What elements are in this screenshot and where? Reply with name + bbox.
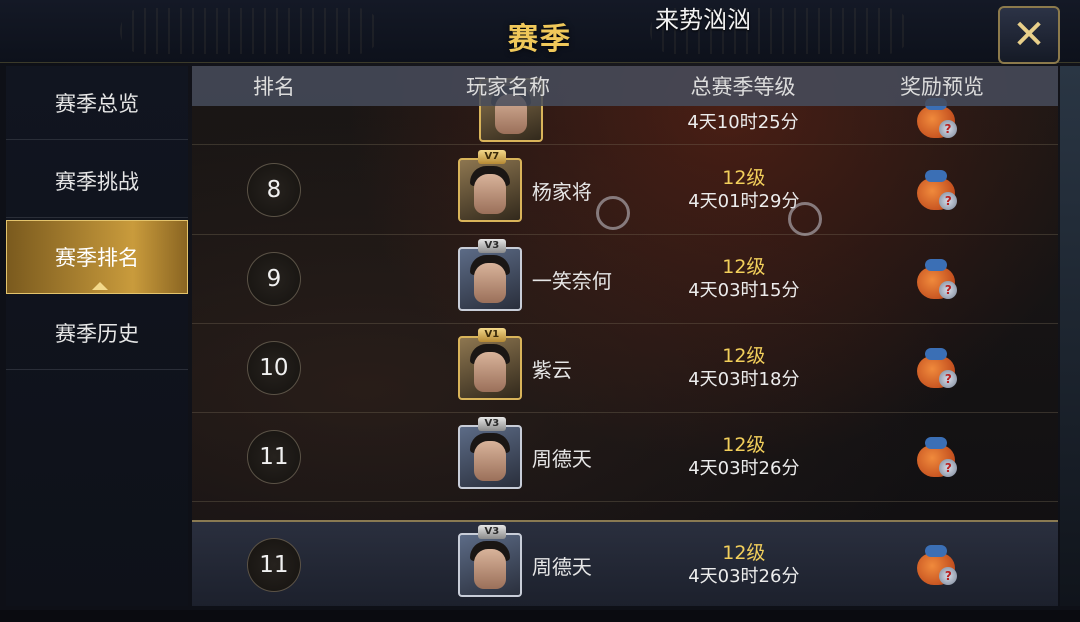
- sidebar: 赛季总览 赛季挑战 赛季排名 赛季历史: [6, 66, 188, 606]
- sidebar-item-label: 赛季历史: [55, 321, 139, 346]
- season-time: 4天03时15分: [688, 280, 800, 301]
- season-time: 4天03时18分: [688, 369, 800, 390]
- sidebar-item-ranking[interactable]: 赛季排名: [6, 220, 188, 294]
- rank-badge: 10: [247, 341, 301, 395]
- touch-indicator-icon: [596, 196, 630, 230]
- season-level: 12级: [722, 256, 766, 278]
- ranking-panel: 排名 玩家名称 总赛季等级 奖励预览 4天10时25分 ? 8 V7 杨家将 1…: [192, 66, 1058, 606]
- reward-bag-icon[interactable]: ?: [915, 168, 959, 212]
- vip-badge: V3: [477, 239, 506, 253]
- rank-badge: 11: [247, 538, 301, 592]
- vip-badge: V1: [477, 328, 506, 342]
- broadcast-text: 来势汹汹: [655, 6, 751, 34]
- season-level: 12级: [722, 345, 766, 367]
- player-name: 杨家将: [531, 179, 592, 204]
- rank-badge: 8: [247, 163, 301, 217]
- close-icon: ✕: [1012, 12, 1046, 58]
- close-button[interactable]: ✕: [998, 6, 1060, 64]
- rank-badge: 11: [247, 430, 301, 484]
- season-level: 12级: [722, 434, 766, 456]
- sidebar-item-overview[interactable]: 赛季总览: [6, 66, 188, 140]
- avatar[interactable]: V7: [457, 150, 522, 222]
- column-header-reward: 奖励预览: [900, 75, 984, 99]
- avatar[interactable]: V3: [457, 239, 522, 311]
- touch-indicator-icon: [788, 202, 822, 236]
- player-name: 周德天: [531, 554, 592, 579]
- avatar[interactable]: V1: [457, 328, 522, 400]
- avatar[interactable]: V3: [457, 417, 522, 489]
- rank-badge: 9: [247, 252, 301, 306]
- season-time: 4天10时25分: [687, 112, 799, 133]
- table-header: 排名 玩家名称 总赛季等级 奖励预览: [192, 66, 1058, 106]
- bottom-edge: [0, 610, 1080, 622]
- column-header-name: 玩家名称: [466, 75, 550, 99]
- table-row[interactable]: 10 V1 紫云 12级 4天03时18分 ?: [192, 324, 1058, 413]
- vip-badge: V7: [477, 150, 506, 164]
- sidebar-item-label: 赛季排名: [55, 246, 139, 270]
- player-name: 周德天: [531, 446, 592, 471]
- sidebar-item-label: 赛季挑战: [55, 169, 139, 194]
- my-ranking-row[interactable]: 11 V3 周德天 12级 4天03时26分 ?: [192, 520, 1058, 606]
- sidebar-item-challenge[interactable]: 赛季挑战: [6, 144, 188, 218]
- season-time: 4天03时26分: [688, 458, 800, 479]
- player-name: 一笑奈何: [531, 268, 612, 293]
- player-name: 紫云: [531, 357, 572, 382]
- reward-bag-icon[interactable]: ?: [915, 257, 959, 301]
- sidebar-item-label: 赛季总览: [55, 91, 139, 116]
- season-level: 12级: [722, 167, 766, 189]
- header-bar: 赛季 来势汹汹 ✕: [0, 0, 1080, 64]
- table-row[interactable]: 9 V3 一笑奈何 12级 4天03时15分 ?: [192, 235, 1058, 324]
- reward-bag-icon[interactable]: ?: [915, 435, 959, 479]
- sidebar-item-history[interactable]: 赛季历史: [6, 296, 188, 370]
- vip-badge: V3: [477, 417, 506, 431]
- table-row[interactable]: 11 V3 周德天 12级 4天03时26分 ?: [192, 413, 1058, 502]
- season-window: 赛季 来势汹汹 ✕ 赛季总览 赛季挑战 赛季排名 赛季历史 排名 玩家名称 总赛…: [0, 0, 1080, 622]
- column-header-rank: 排名: [253, 75, 295, 99]
- active-indicator-icon: [92, 282, 108, 290]
- avatar[interactable]: V3: [457, 525, 522, 597]
- reward-bag-icon[interactable]: ?: [915, 346, 959, 390]
- season-time: 4天03时26分: [688, 566, 800, 587]
- side-edge: [1060, 66, 1080, 606]
- reward-bag-icon[interactable]: ?: [915, 543, 959, 587]
- column-header-level: 总赛季等级: [690, 75, 796, 99]
- page-title: 赛季: [508, 22, 572, 57]
- season-level: 12级: [722, 542, 766, 564]
- vip-badge: V3: [477, 525, 506, 539]
